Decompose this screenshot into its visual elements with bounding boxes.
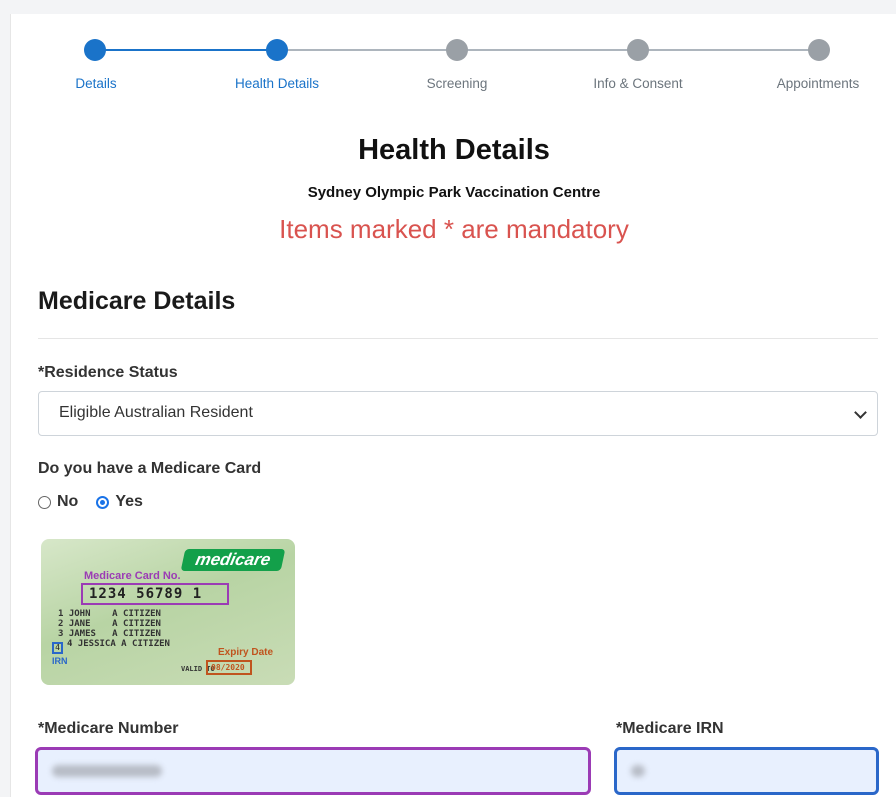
- card-number: 1234 56789 1: [81, 583, 229, 605]
- page-title: Health Details: [358, 134, 550, 166]
- has-card-radio-group: No Yes: [38, 492, 143, 512]
- card-name-2: 2 JANE A CITIZEN: [58, 619, 161, 629]
- stepper-line-1: [95, 49, 277, 51]
- card-expiry-caption: Expiry Date: [218, 647, 274, 658]
- stepper-line-2: [277, 49, 457, 51]
- stepper-line-4: [638, 49, 819, 51]
- radio-yes-label[interactable]: Yes: [115, 493, 143, 511]
- card-name-1: 1 JOHN A CITIZEN: [58, 609, 161, 619]
- residence-status-select[interactable]: Eligible Australian Resident: [38, 391, 878, 436]
- step-label-health-details[interactable]: Health Details: [235, 76, 319, 91]
- card-irn-box: 4: [52, 642, 63, 654]
- section-title: Medicare Details: [38, 287, 236, 315]
- medicare-card-image: medicare Medicare Card No. 1234 56789 1 …: [41, 539, 295, 685]
- card-number-caption: Medicare Card No.: [84, 570, 181, 582]
- section-divider: [38, 338, 878, 339]
- medicare-irn-input[interactable]: [614, 747, 879, 795]
- step-dot-screening: [446, 39, 468, 61]
- step-dot-appointments: [808, 39, 830, 61]
- medicare-logo: medicare: [180, 549, 286, 571]
- progress-stepper: Details Health Details Screening Info & …: [11, 14, 896, 114]
- card-expiry-date: 08/2020: [206, 660, 252, 675]
- step-label-info-consent: Info & Consent: [593, 76, 683, 91]
- centre-name: Sydney Olympic Park Vaccination Centre: [307, 184, 601, 201]
- mandatory-note: Items marked * are mandatory: [279, 214, 629, 244]
- medicare-number-label: *Medicare Number: [38, 720, 179, 737]
- card-name-4: 4 JESSICA A CITIZEN: [67, 639, 170, 649]
- radio-yes[interactable]: [96, 495, 110, 509]
- step-label-details[interactable]: Details: [75, 76, 116, 91]
- chevron-down-icon: [854, 406, 867, 419]
- medicare-number-value: [52, 765, 162, 777]
- step-dot-details[interactable]: [84, 39, 106, 61]
- card-irn-caption: IRN: [52, 656, 68, 666]
- residence-status-label: *Residence Status: [38, 364, 178, 381]
- form-panel: Details Health Details Screening Info & …: [10, 14, 896, 797]
- step-dot-health-details[interactable]: [266, 39, 288, 61]
- medicare-irn-label: *Medicare IRN: [616, 720, 724, 737]
- stepper-line-3: [457, 49, 638, 51]
- medicare-irn-value: [631, 765, 645, 777]
- step-label-screening: Screening: [426, 76, 488, 91]
- radio-no-label[interactable]: No: [57, 493, 78, 511]
- medicare-number-input[interactable]: [35, 747, 591, 795]
- card-name-3: 3 JAMES A CITIZEN: [58, 629, 161, 639]
- has-card-question: Do you have a Medicare Card: [38, 460, 262, 477]
- step-label-appointments: Appointments: [776, 76, 860, 91]
- radio-no[interactable]: [38, 495, 51, 509]
- step-dot-info-consent: [627, 39, 649, 61]
- residence-status-value: Eligible Australian Resident: [59, 404, 253, 421]
